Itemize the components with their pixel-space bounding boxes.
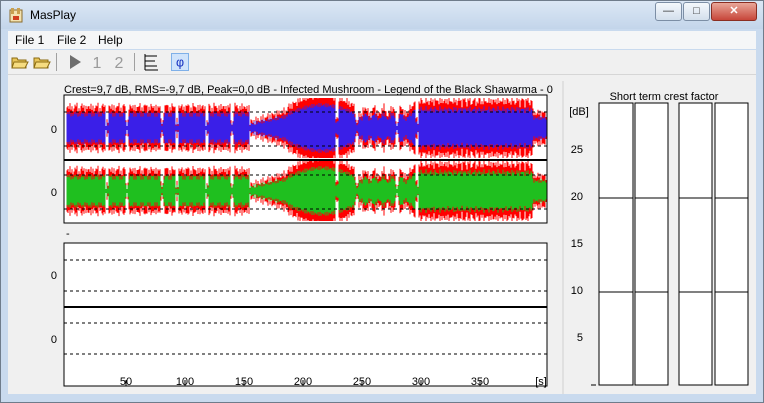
- crest-y-tick-label: 10: [571, 285, 583, 297]
- time-axis-tick-label: 150: [235, 376, 253, 388]
- app-window: MasPlay — □ ✕ File 1 File 2 Help 1 2 φ C…: [0, 0, 764, 403]
- time-axis-unit: [s]: [535, 376, 547, 388]
- crest-y-tick-label: 15: [571, 238, 583, 250]
- time-axis-tick-label: 50: [120, 376, 132, 388]
- left-channel-zero-label: 0: [51, 124, 57, 136]
- crest-y-tick-label: 25: [571, 144, 583, 156]
- time-axis-tick-label: 200: [294, 376, 312, 388]
- crest-meter-bar: [634, 102, 669, 386]
- lower-channel-zero-label: 0: [51, 334, 57, 346]
- crest-y-axis: 25 20 15 10 5: [571, 144, 596, 386]
- time-axis-tick-label: 300: [412, 376, 430, 388]
- crest-meters: [598, 102, 749, 386]
- right-channel-zero-label: 0: [51, 187, 57, 199]
- crest-panel-title: Short term crest factor: [610, 91, 719, 103]
- lower-channel-zero-label: 0: [51, 270, 57, 282]
- right-channel-waveform: [66, 161, 547, 221]
- time-axis-tick-label: 100: [176, 376, 194, 388]
- plot-layer: 0 0 - 0 0 50 100 150 200 250 300 350 [s] Short…: [51, 81, 749, 394]
- crest-meter-bar: [598, 102, 634, 386]
- time-axis-tick-label: 250: [353, 376, 371, 388]
- lower-panel-caption: -: [66, 228, 70, 240]
- crest-meter-bar: [714, 102, 749, 386]
- crest-y-unit: [dB]: [569, 106, 589, 118]
- crest-y-tick-label: 20: [571, 191, 583, 203]
- crest-meter-bar: [678, 102, 713, 386]
- left-channel-waveform: [66, 98, 547, 158]
- crest-y-tick-label: 5: [577, 332, 583, 344]
- time-axis-tick-label: 350: [471, 376, 489, 388]
- phase-panel[interactable]: [63, 242, 548, 387]
